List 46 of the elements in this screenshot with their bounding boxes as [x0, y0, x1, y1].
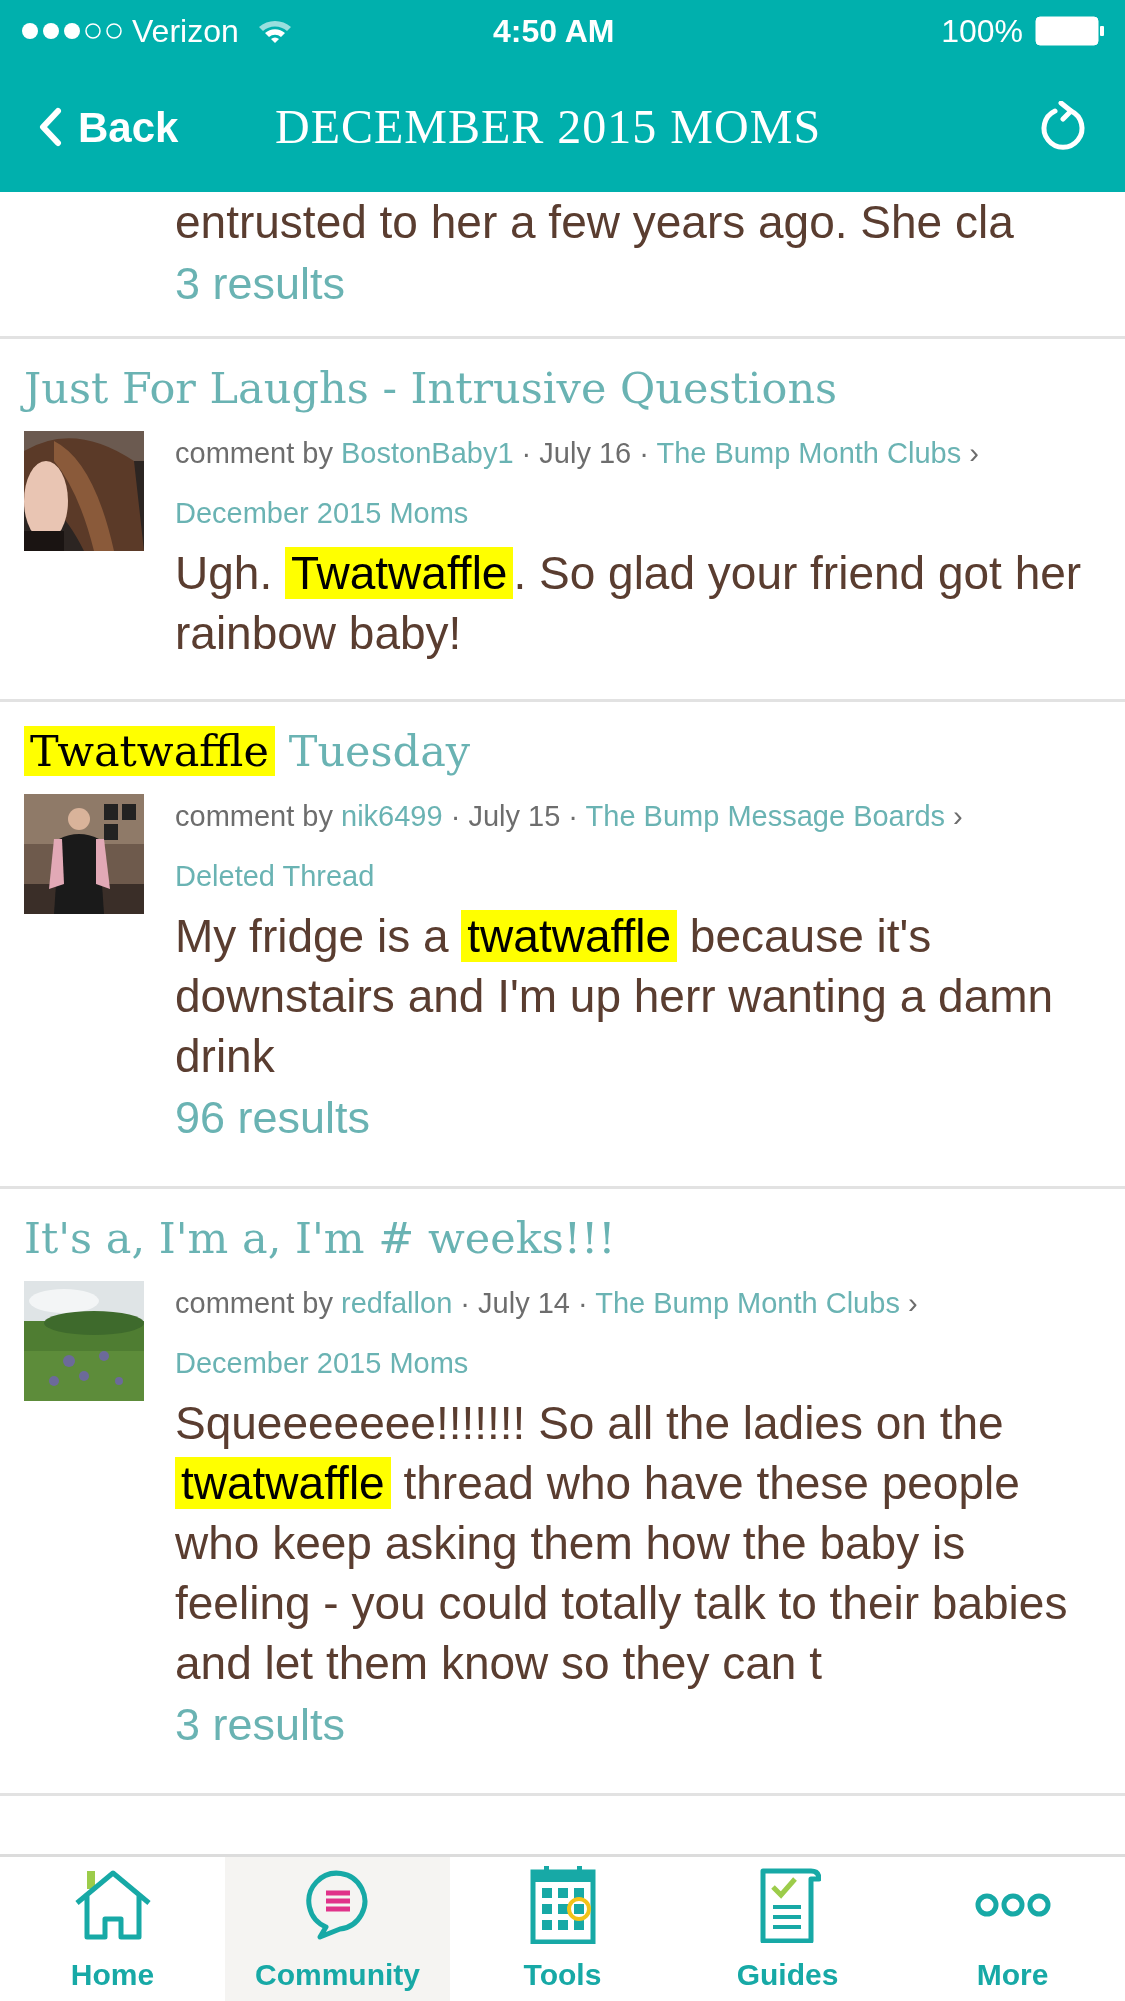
- speech-bubble-icon: [305, 1869, 370, 1941]
- post-date: July 16: [539, 437, 632, 469]
- breadcrumb-separator: ›: [969, 437, 979, 469]
- comment-text: Ugh. Twatwaffle. So glad your friend got her rainbow baby!: [175, 546, 1083, 661]
- author-link[interactable]: BostonBaby1: [341, 437, 514, 469]
- battery-percent: 100%: [941, 12, 1023, 51]
- results-count[interactable]: 3 results: [175, 252, 1095, 316]
- thread-title[interactable]: Twatwaffle Tuesday: [0, 716, 1125, 786]
- breadcrumb-separator: ›: [953, 800, 963, 832]
- comment-by-label: comment by: [175, 1287, 333, 1319]
- chevron-left-icon: [38, 107, 62, 147]
- subboard-link[interactable]: December 2015 Moms: [175, 1347, 469, 1379]
- comment-by-label: comment by: [175, 800, 333, 832]
- author-link[interactable]: redfallon: [341, 1287, 453, 1319]
- back-button[interactable]: Back: [38, 95, 179, 159]
- battery-icon: [1035, 16, 1105, 46]
- subboard-link[interactable]: Deleted Thread: [175, 860, 375, 892]
- more-icon: [974, 1891, 1051, 1919]
- results-count[interactable]: 96 results: [175, 1086, 1095, 1150]
- comment-text: Squeeeeeee!!!!!!! So all the ladies on the twatwaffle thread who have these people who keep asking them how the baby is feeling - you could totally talk to their babies and let them know so they can t: [175, 1396, 1069, 1691]
- comment-text: My fridge is a twatwaffle because it's downstairs and I'm up herr wanting a damn drink: [175, 909, 1055, 1084]
- refresh-icon[interactable]: [1039, 101, 1087, 153]
- separator-dot: ·: [460, 1287, 470, 1319]
- author-link[interactable]: nik6499: [341, 800, 443, 832]
- separator-dot: ·: [521, 437, 532, 469]
- board-link[interactable]: The Bump Month Clubs: [595, 1287, 900, 1319]
- post-date: July 14: [478, 1287, 570, 1319]
- thread-title[interactable]: Just For Laughs - Intrusive Questions: [0, 353, 1125, 423]
- thread-title[interactable]: It's a, I'm a, I'm # weeks!!!: [0, 1203, 1125, 1273]
- post-date: July 15: [468, 800, 561, 832]
- calendar-icon: [529, 1866, 596, 1944]
- separator-dot: ·: [639, 437, 649, 469]
- page-title: DECEMBER 2015 MOMS: [275, 99, 822, 155]
- separator-dot: ·: [450, 800, 461, 832]
- board-link[interactable]: The Bump Message Boards: [585, 800, 946, 832]
- comment-by-label: comment by: [175, 437, 333, 469]
- carrier-name: Verizon: [132, 12, 239, 51]
- results-count[interactable]: 3 results: [175, 1693, 1095, 1757]
- clock-time: 4:50 AM: [493, 12, 615, 51]
- board-link[interactable]: The Bump Month Clubs: [656, 437, 962, 469]
- comment-text: entrusted to her a few years ago. She cla: [175, 195, 1015, 250]
- separator-dot: ·: [568, 800, 579, 832]
- tab-bar-item[interactable]: Community: [225, 1857, 450, 2001]
- subboard-link[interactable]: December 2015 Moms: [175, 497, 469, 529]
- separator-dot: ·: [578, 1287, 588, 1319]
- breadcrumb-separator: ›: [907, 1287, 918, 1319]
